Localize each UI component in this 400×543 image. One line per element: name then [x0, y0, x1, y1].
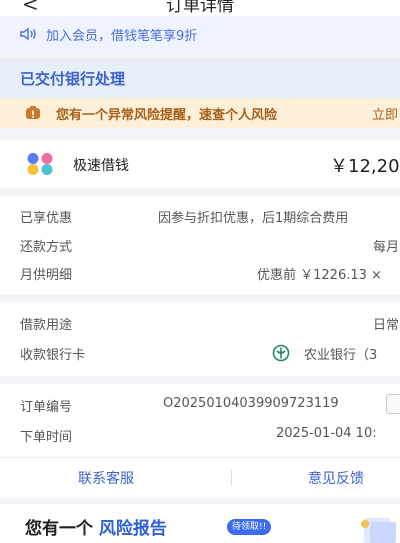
- order-number-row: 订单编号 O20250104039909723119: [0, 396, 400, 418]
- product-name: 极速借钱: [73, 158, 129, 174]
- loan-purpose-row: 借款用途 日常: [0, 314, 400, 336]
- pending-claim-badge: 待领取!!: [227, 519, 272, 535]
- repay-method-value: 每月: [373, 240, 400, 255]
- monthly-detail-row[interactable]: 月供明细 优惠前 ￥1226.13 ×: [0, 264, 400, 286]
- report-illustration-icon: [361, 518, 396, 543]
- repay-method-row: 还款方式 每月: [0, 236, 400, 258]
- abc-bank-icon: [272, 344, 290, 362]
- divider: [231, 470, 232, 486]
- contact-service-button[interactable]: 联系客服: [78, 468, 134, 488]
- copy-button[interactable]: [386, 394, 400, 414]
- page-title: 订单详情: [166, 0, 234, 16]
- loan-purpose-label: 借款用途: [20, 318, 73, 333]
- alert-icon: [26, 106, 40, 119]
- order-info-card: 订单编号 O20250104039909723119 下单时间 2025-01-…: [0, 384, 400, 498]
- loan-info-card: 借款用途 日常 收款银行卡 农业银行（3: [0, 302, 400, 376]
- product-card: 极速借钱 ￥12,205: [0, 140, 400, 188]
- order-time-value: 2025-01-04 10:: [276, 426, 377, 441]
- top-nav-bar: < 订单详情: [0, 0, 400, 16]
- order-number-value: O20250104039909723119: [163, 396, 339, 411]
- speaker-icon: [20, 27, 36, 41]
- loan-amount: ￥12,205: [330, 156, 400, 177]
- order-status: 已交付银行处理: [0, 58, 400, 98]
- repay-method-label: 还款方式: [20, 240, 73, 255]
- divider: [0, 457, 400, 458]
- order-time-label: 下单时间: [20, 430, 73, 445]
- risk-report-banner[interactable]: 您有一个 风险报告 待领取!!: [0, 504, 400, 543]
- bank-card-value: 农业银行（3: [304, 348, 378, 363]
- monthly-detail-value: 优惠前 ￥1226.13 ×: [257, 268, 382, 283]
- risk-report-highlight: 风险报告: [98, 519, 167, 539]
- order-time-row: 下单时间 2025-01-04 10:: [0, 426, 400, 448]
- discount-label: 已享优惠: [20, 211, 73, 226]
- loan-purpose-value: 日常: [373, 318, 400, 333]
- vip-banner-text: 加入会员，借钱笔笔享9折: [46, 28, 198, 44]
- discount-value: 因参与折扣优惠，后1期综合费用: [158, 211, 349, 226]
- vip-banner[interactable]: 加入会员，借钱笔笔享9折: [0, 16, 400, 52]
- order-number-label: 订单编号: [20, 400, 73, 415]
- feedback-button[interactable]: 意见反馈: [308, 468, 364, 488]
- bank-card-label: 收款银行卡: [20, 348, 86, 363]
- check-now-link[interactable]: 立即: [372, 104, 398, 123]
- repayment-details-card: 已享优惠 因参与折扣优惠，后1期综合费用 还款方式 每月 月供明细 优惠前 ￥1…: [0, 196, 400, 294]
- order-status-text: 已交付银行处理: [20, 69, 126, 88]
- monthly-detail-label: 月供明细: [20, 268, 73, 283]
- risk-alert-banner[interactable]: 您有一个异常风险提醒，速查个人风险 立即: [0, 98, 400, 128]
- risk-report-title: 您有一个 风险报告: [25, 514, 167, 539]
- app-logo-icon: [27, 153, 53, 175]
- risk-alert-text: 您有一个异常风险提醒，速查个人风险: [56, 107, 278, 123]
- bank-card-row: 收款银行卡 农业银行（3: [0, 344, 400, 366]
- risk-report-prefix: 您有一个: [25, 519, 93, 539]
- discount-row: 已享优惠 因参与折扣优惠，后1期综合费用: [0, 207, 400, 229]
